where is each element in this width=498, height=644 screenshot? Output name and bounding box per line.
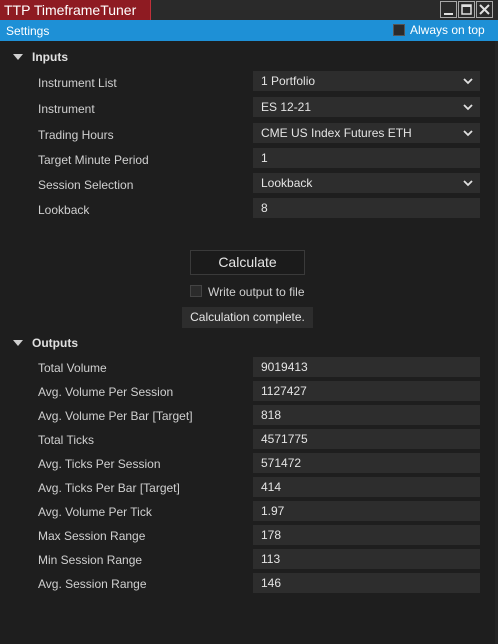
calculate-button[interactable]: Calculate [190, 250, 305, 275]
session-selection-label: Session Selection [38, 178, 134, 192]
output-label-avg-session-range: Avg. Session Range [38, 577, 147, 591]
instrument-value: ES 12-21 [261, 100, 312, 114]
session-selection-select[interactable]: Lookback [253, 173, 480, 193]
inputs-section-title: Inputs [32, 50, 68, 64]
instrument-list-label: Instrument List [38, 76, 117, 90]
trading-hours-label: Trading Hours [38, 128, 114, 142]
always-on-top-label[interactable]: Always on top [410, 23, 485, 37]
outputs-section-title: Outputs [32, 336, 78, 350]
output-label-total-ticks: Total Ticks [38, 433, 95, 447]
status-message: Calculation complete. [182, 307, 313, 328]
instrument-label: Instrument [38, 102, 95, 116]
lookback-label: Lookback [38, 203, 90, 217]
collapse-triangle-icon [13, 340, 23, 346]
output-value-avg-session-range[interactable]: 146 [253, 573, 480, 593]
write-output-checkbox[interactable] [190, 285, 202, 297]
trading-hours-value: CME US Index Futures ETH [261, 126, 412, 140]
output-label-min-session-range: Min Session Range [38, 553, 143, 567]
settings-bar: Settings Always on top [0, 20, 498, 41]
collapse-triangle-icon [13, 54, 23, 60]
output-value-total-volume[interactable]: 9019413 [253, 357, 480, 377]
close-icon [479, 4, 490, 15]
target-minute-period-value: 1 [261, 151, 268, 165]
output-label-total-volume: Total Volume [38, 361, 107, 375]
output-value-avg-volume-per-tick[interactable]: 1.97 [253, 501, 480, 521]
inputs-section-header[interactable]: Inputs [0, 48, 498, 68]
minimize-button[interactable] [440, 1, 457, 18]
output-value-avg-volume-per-bar[interactable]: 818 [253, 405, 480, 425]
instrument-select[interactable]: ES 12-21 [253, 97, 480, 117]
output-value-avg-ticks-per-session[interactable]: 571472 [253, 453, 480, 473]
chevron-down-icon [463, 78, 473, 85]
output-label-avg-volume-per-tick: Avg. Volume Per Tick [38, 505, 152, 519]
output-value-max-session-range[interactable]: 178 [253, 525, 480, 545]
output-value-min-session-range[interactable]: 113 [253, 549, 480, 569]
output-label-max-session-range: Max Session Range [38, 529, 146, 543]
output-value-avg-ticks-per-bar[interactable]: 414 [253, 477, 480, 497]
output-value-avg-volume-per-session[interactable]: 1127427 [253, 381, 480, 401]
session-selection-value: Lookback [261, 176, 313, 190]
always-on-top-checkbox[interactable] [393, 24, 405, 36]
close-button[interactable] [476, 1, 493, 18]
trading-hours-select[interactable]: CME US Index Futures ETH [253, 123, 480, 143]
output-label-avg-ticks-per-bar: Avg. Ticks Per Bar [Target] [38, 481, 180, 495]
output-label-avg-ticks-per-session: Avg. Ticks Per Session [38, 457, 161, 471]
target-minute-period-input[interactable]: 1 [253, 148, 480, 168]
title-bar[interactable]: TTP TimeframeTuner [0, 0, 498, 20]
lookback-input[interactable]: 8 [253, 198, 480, 218]
lookback-value: 8 [261, 201, 268, 215]
window-title: TTP TimeframeTuner [0, 0, 151, 20]
target-minute-period-label: Target Minute Period [38, 153, 149, 167]
maximize-button[interactable] [458, 1, 475, 18]
chevron-down-icon [463, 104, 473, 111]
chevron-down-icon [463, 180, 473, 187]
chevron-down-icon [463, 130, 473, 137]
write-output-label[interactable]: Write output to file [208, 285, 305, 299]
output-label-avg-volume-per-bar: Avg. Volume Per Bar [Target] [38, 409, 193, 423]
output-label-avg-volume-per-session: Avg. Volume Per Session [38, 385, 174, 399]
outputs-section-header[interactable]: Outputs [0, 334, 498, 354]
instrument-list-value: 1 Portfolio [261, 74, 316, 88]
minimize-icon [444, 13, 453, 15]
output-value-total-ticks[interactable]: 4571775 [253, 429, 480, 449]
instrument-list-select[interactable]: 1 Portfolio [253, 71, 480, 91]
settings-label: Settings [6, 24, 50, 38]
maximize-icon [461, 4, 472, 15]
